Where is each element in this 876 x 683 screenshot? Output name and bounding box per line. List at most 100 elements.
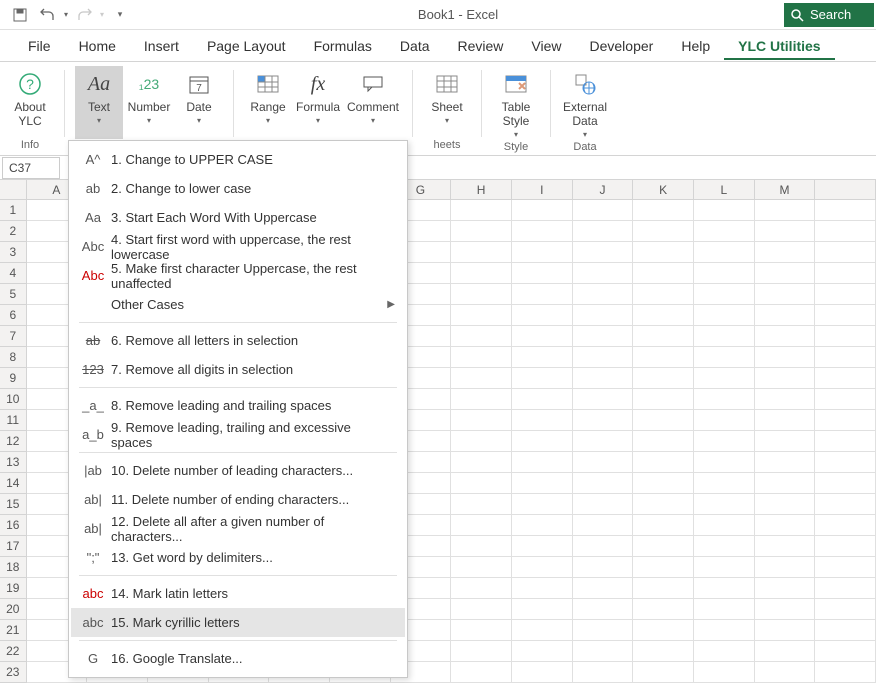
cell[interactable] (451, 515, 512, 536)
cell[interactable] (512, 515, 573, 536)
cell[interactable] (633, 599, 694, 620)
cell[interactable] (451, 326, 512, 347)
cell[interactable] (694, 326, 755, 347)
cell[interactable] (815, 305, 876, 326)
cell[interactable] (451, 242, 512, 263)
cell[interactable] (573, 200, 634, 221)
cell[interactable] (451, 599, 512, 620)
cell[interactable] (451, 389, 512, 410)
cell[interactable] (755, 410, 816, 431)
cell[interactable] (815, 431, 876, 452)
cell[interactable] (633, 221, 694, 242)
cell[interactable] (451, 305, 512, 326)
cell[interactable] (512, 599, 573, 620)
cell[interactable] (815, 263, 876, 284)
cell[interactable] (573, 515, 634, 536)
column-header[interactable]: J (573, 180, 634, 200)
row-header[interactable]: 10 (0, 389, 27, 410)
cell[interactable] (451, 368, 512, 389)
cell[interactable] (815, 515, 876, 536)
cell[interactable] (633, 389, 694, 410)
about-ylc-button[interactable]: ? About YLC (6, 66, 54, 139)
cell[interactable] (815, 368, 876, 389)
cell[interactable] (633, 347, 694, 368)
row-header[interactable]: 7 (0, 326, 27, 347)
menu-item[interactable]: Abc4. Start first word with uppercase, t… (71, 232, 405, 261)
cell[interactable] (512, 368, 573, 389)
cell[interactable] (755, 347, 816, 368)
cell[interactable] (573, 368, 634, 389)
external-data-button[interactable]: External Data ▾ (561, 66, 609, 141)
menu-item[interactable]: 1237. Remove all digits in selection (71, 355, 405, 384)
sheet-button[interactable]: Sheet ▾ (423, 66, 471, 139)
menu-item[interactable]: ab|11. Delete number of ending character… (71, 485, 405, 514)
cell[interactable] (573, 326, 634, 347)
cell[interactable] (451, 494, 512, 515)
cell[interactable] (755, 305, 816, 326)
cell[interactable] (451, 536, 512, 557)
cell[interactable] (451, 473, 512, 494)
cell[interactable] (755, 452, 816, 473)
row-header[interactable]: 14 (0, 473, 27, 494)
menu-item[interactable]: ab6. Remove all letters in selection (71, 326, 405, 355)
cell[interactable] (755, 431, 816, 452)
cell[interactable] (815, 452, 876, 473)
cell[interactable] (573, 494, 634, 515)
tab-file[interactable]: File (14, 32, 65, 60)
cell[interactable] (451, 263, 512, 284)
cell[interactable] (694, 347, 755, 368)
row-header[interactable]: 9 (0, 368, 27, 389)
column-header[interactable]: H (451, 180, 512, 200)
cell[interactable] (694, 242, 755, 263)
cell[interactable] (573, 242, 634, 263)
cell[interactable] (451, 347, 512, 368)
cell[interactable] (694, 368, 755, 389)
cell[interactable] (694, 263, 755, 284)
cell[interactable] (755, 389, 816, 410)
cell[interactable] (755, 263, 816, 284)
comment-button[interactable]: Comment ▾ (344, 66, 402, 139)
cell[interactable] (815, 620, 876, 641)
cell[interactable] (451, 662, 512, 683)
cell[interactable] (573, 641, 634, 662)
cell[interactable] (694, 200, 755, 221)
cell[interactable] (815, 578, 876, 599)
cell[interactable] (512, 410, 573, 431)
cell[interactable] (573, 263, 634, 284)
cell[interactable] (694, 410, 755, 431)
cell[interactable] (573, 389, 634, 410)
cell[interactable] (694, 431, 755, 452)
cell[interactable] (633, 452, 694, 473)
cell[interactable] (512, 347, 573, 368)
cell[interactable] (451, 641, 512, 662)
cell[interactable] (512, 578, 573, 599)
row-header[interactable]: 17 (0, 536, 27, 557)
number-button[interactable]: ₁23 Number ▾ (125, 66, 173, 139)
cell[interactable] (573, 599, 634, 620)
cell[interactable] (512, 305, 573, 326)
cell[interactable] (694, 578, 755, 599)
range-button[interactable]: Range ▾ (244, 66, 292, 139)
row-header[interactable]: 3 (0, 242, 27, 263)
row-header[interactable]: 1 (0, 200, 27, 221)
tab-formulas[interactable]: Formulas (300, 32, 386, 60)
cell[interactable] (815, 494, 876, 515)
row-header[interactable]: 23 (0, 662, 27, 683)
cell[interactable] (633, 557, 694, 578)
cell[interactable] (573, 452, 634, 473)
cell[interactable] (633, 536, 694, 557)
cell[interactable] (694, 305, 755, 326)
cell[interactable] (694, 599, 755, 620)
cell[interactable] (633, 284, 694, 305)
cell[interactable] (755, 557, 816, 578)
cell[interactable] (573, 305, 634, 326)
cell[interactable] (755, 662, 816, 683)
cell[interactable] (694, 473, 755, 494)
cell[interactable] (633, 641, 694, 662)
cell[interactable] (573, 410, 634, 431)
cell[interactable] (694, 515, 755, 536)
cell[interactable] (755, 536, 816, 557)
cell[interactable] (512, 557, 573, 578)
cell[interactable] (755, 641, 816, 662)
formula-button[interactable]: fx Formula ▾ (294, 66, 342, 139)
